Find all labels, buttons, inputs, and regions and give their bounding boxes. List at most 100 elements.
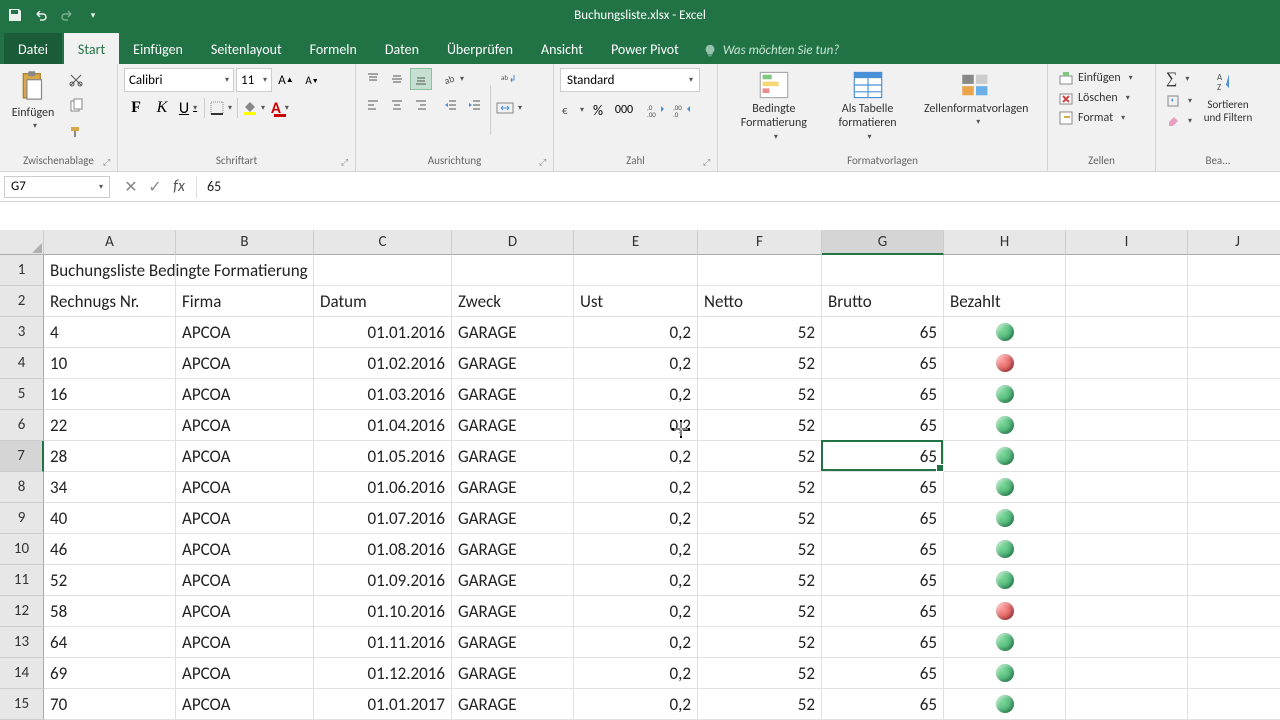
cell-I5[interactable] — [1066, 379, 1188, 410]
align-top-icon[interactable] — [362, 68, 384, 90]
cell-E11[interactable]: 0,2 — [574, 565, 698, 596]
tab-power pivot[interactable]: Power Pivot — [597, 33, 693, 64]
align-left-icon[interactable] — [362, 94, 384, 116]
row-header-8[interactable]: 8 — [0, 472, 44, 503]
cell-H3[interactable] — [944, 317, 1066, 348]
cell-F10[interactable]: 52 — [698, 534, 822, 565]
cell-I15[interactable] — [1066, 689, 1188, 720]
tab-seitenlayout[interactable]: Seitenlayout — [197, 33, 296, 64]
cell-A7[interactable]: 28 — [44, 441, 176, 472]
fill-icon[interactable]: ▾ — [1162, 92, 1196, 110]
cell-B4[interactable]: APCOA — [176, 348, 314, 379]
cell-G11[interactable]: 65 — [822, 565, 944, 596]
cell-H6[interactable] — [944, 410, 1066, 441]
cell-H7[interactable] — [944, 441, 1066, 472]
row-header-10[interactable]: 10 — [0, 534, 44, 565]
cell-A12[interactable]: 58 — [44, 596, 176, 627]
align-right-icon[interactable] — [410, 94, 432, 116]
cell-G12[interactable]: 65 — [822, 596, 944, 627]
cell-E14[interactable]: 0,2 — [574, 658, 698, 689]
percent-format-icon[interactable]: % — [586, 98, 610, 122]
row-header-9[interactable]: 9 — [0, 503, 44, 534]
cell-F6[interactable]: 52 — [698, 410, 822, 441]
cell-A5[interactable]: 16 — [44, 379, 176, 410]
cell-B13[interactable]: APCOA — [176, 627, 314, 658]
decrease-indent-icon[interactable] — [440, 94, 462, 116]
cell-G7[interactable]: 65 — [822, 441, 944, 472]
format-cells-button[interactable]: Format▾ — [1054, 108, 1129, 128]
number-dialog-icon[interactable]: ⤢ — [703, 157, 715, 169]
cell-J3[interactable] — [1188, 317, 1280, 348]
cell-G6[interactable]: 65 — [822, 410, 944, 441]
cell-B8[interactable]: APCOA — [176, 472, 314, 503]
cell-D14[interactable]: GARAGE — [452, 658, 574, 689]
merge-center-icon[interactable]: ▾ — [495, 96, 523, 120]
cell-G1[interactable] — [822, 255, 944, 286]
save-icon[interactable] — [6, 6, 24, 24]
cell-G13[interactable]: 65 — [822, 627, 944, 658]
cell-H11[interactable] — [944, 565, 1066, 596]
cell-E8[interactable]: 0,2 — [574, 472, 698, 503]
cell-D4[interactable]: GARAGE — [452, 348, 574, 379]
cell-G2[interactable]: Brutto — [822, 286, 944, 317]
cell-J10[interactable] — [1188, 534, 1280, 565]
cell-A3[interactable]: 4 — [44, 317, 176, 348]
cell-E1[interactable] — [574, 255, 698, 286]
delete-cells-button[interactable]: Löschen▾ — [1054, 88, 1134, 108]
cell-H13[interactable] — [944, 627, 1066, 658]
cell-F15[interactable]: 52 — [698, 689, 822, 720]
cell-I2[interactable] — [1066, 286, 1188, 317]
cell-A15[interactable]: 70 — [44, 689, 176, 720]
cell-G15[interactable]: 65 — [822, 689, 944, 720]
cell-F3[interactable]: 52 — [698, 317, 822, 348]
format-as-table-button[interactable]: Als Tabelle formatieren▾ — [824, 68, 912, 144]
cell-I8[interactable] — [1066, 472, 1188, 503]
cell-C1[interactable] — [314, 255, 452, 286]
cell-E2[interactable]: Ust — [574, 286, 698, 317]
redo-icon[interactable] — [58, 6, 76, 24]
cell-J1[interactable] — [1188, 255, 1280, 286]
cell-A4[interactable]: 10 — [44, 348, 176, 379]
cell-H2[interactable]: Bezahlt — [944, 286, 1066, 317]
cell-A14[interactable]: 69 — [44, 658, 176, 689]
cell-H5[interactable] — [944, 379, 1066, 410]
cell-E15[interactable]: 0,2 — [574, 689, 698, 720]
cell-B7[interactable]: APCOA — [176, 441, 314, 472]
cell-A6[interactable]: 22 — [44, 410, 176, 441]
cell-D1[interactable] — [452, 255, 574, 286]
cell-I3[interactable] — [1066, 317, 1188, 348]
cell-B5[interactable]: APCOA — [176, 379, 314, 410]
tab-ansicht[interactable]: Ansicht — [527, 33, 597, 64]
align-center-icon[interactable] — [386, 94, 408, 116]
cell-H4[interactable] — [944, 348, 1066, 379]
cut-icon[interactable] — [64, 68, 88, 92]
increase-decimal-icon[interactable]: ,0,00 — [644, 98, 668, 122]
italic-icon[interactable]: K — [150, 96, 174, 120]
cell-I12[interactable] — [1066, 596, 1188, 627]
underline-icon[interactable]: U▾ — [176, 96, 200, 120]
number-format-select[interactable]: Standard▾ — [560, 68, 700, 92]
cell-D3[interactable]: GARAGE — [452, 317, 574, 348]
cell-D2[interactable]: Zweck — [452, 286, 574, 317]
cell-I10[interactable] — [1066, 534, 1188, 565]
cell-G8[interactable]: 65 — [822, 472, 944, 503]
cell-F8[interactable]: 52 — [698, 472, 822, 503]
cell-G4[interactable]: 65 — [822, 348, 944, 379]
name-box[interactable]: G7▾ — [4, 176, 110, 198]
cell-I4[interactable] — [1066, 348, 1188, 379]
cell-A2[interactable]: Rechnugs Nr. — [44, 286, 176, 317]
cancel-icon[interactable]: ✕ — [120, 176, 142, 198]
row-header-11[interactable]: 11 — [0, 565, 44, 596]
cell-C9[interactable]: 01.07.2016 — [314, 503, 452, 534]
format-painter-icon[interactable] — [64, 120, 88, 144]
font-color-icon[interactable]: A▾ — [268, 96, 292, 120]
increase-indent-icon[interactable] — [464, 94, 486, 116]
copy-icon[interactable] — [64, 94, 88, 118]
col-header-C[interactable]: C — [314, 230, 452, 255]
enter-icon[interactable]: ✓ — [144, 176, 166, 198]
accounting-format-icon[interactable]: €▾ — [560, 98, 584, 122]
cell-J4[interactable] — [1188, 348, 1280, 379]
autosum-icon[interactable]: ∑▾ — [1162, 68, 1196, 90]
cell-J14[interactable] — [1188, 658, 1280, 689]
paste-button[interactable]: Einfügen ▾ — [6, 68, 60, 134]
